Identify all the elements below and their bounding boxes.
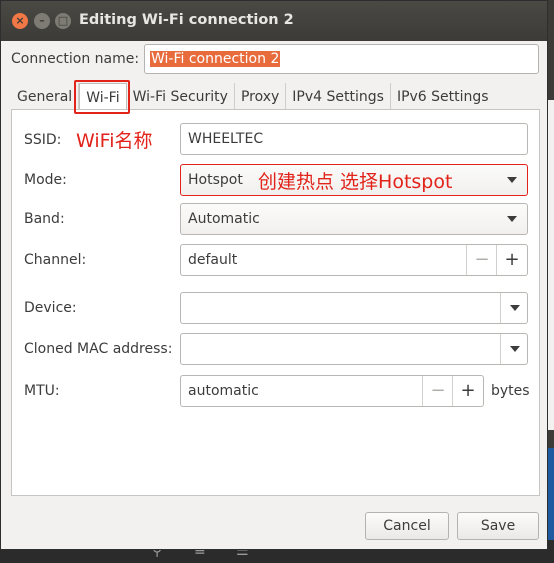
maximize-icon[interactable]: □ — [55, 13, 71, 29]
channel-value: default — [188, 252, 238, 268]
tab-general[interactable]: General — [11, 83, 80, 109]
tab-ipv6-settings[interactable]: IPv6 Settings — [391, 83, 495, 109]
mtu-label: MTU: — [24, 383, 60, 399]
hotspot-annotation: 创建热点 选择Hotspot — [258, 171, 453, 193]
decrement-icon[interactable]: − — [422, 376, 453, 406]
device-combo[interactable] — [180, 292, 528, 324]
increment-icon[interactable]: + — [496, 245, 527, 275]
cloned-mac-label: Cloned MAC address: — [24, 341, 173, 357]
channel-label: Channel: — [24, 252, 87, 268]
decrement-icon[interactable]: − — [466, 245, 497, 275]
chevron-down-icon — [510, 305, 520, 311]
ssid-value: WHEELTEC — [188, 131, 264, 147]
device-label: Device: — [24, 300, 77, 316]
chevron-down-icon — [510, 346, 520, 352]
band-value: Automatic — [188, 211, 260, 227]
close-icon[interactable]: × — [12, 13, 28, 29]
mtu-spinner[interactable]: automatic − + — [180, 375, 484, 407]
titlebar: × – □ Editing Wi-Fi connection 2 — [1, 1, 547, 41]
save-button[interactable]: Save — [457, 512, 539, 540]
mode-select[interactable]: Hotspot 创建热点 选择Hotspot — [180, 164, 528, 196]
minimize-icon[interactable]: – — [34, 13, 50, 29]
tab-ipv4-settings[interactable]: IPv4 Settings — [286, 83, 391, 109]
cloned-mac-dropdown-button[interactable] — [500, 334, 527, 364]
ssid-label: SSID: — [24, 132, 62, 148]
mtu-unit-label: bytes — [491, 383, 530, 399]
ssid-input[interactable]: WHEELTEC — [180, 123, 528, 155]
band-label: Band: — [24, 211, 65, 227]
chevron-down-icon — [507, 177, 517, 183]
increment-icon[interactable]: + — [452, 376, 483, 406]
connection-name-input[interactable]: Wi-Fi connection 2 — [144, 44, 539, 74]
cancel-button[interactable]: Cancel — [365, 512, 449, 540]
edit-connection-dialog: × – □ Editing Wi-Fi connection 2 Connect… — [0, 0, 548, 550]
mtu-value: automatic — [188, 383, 259, 399]
wifi-name-annotation: WiFi名称 — [76, 130, 153, 152]
wifi-settings-panel: SSID: WiFi名称 WHEELTEC Mode: Hotspot 创建热点… — [11, 109, 540, 496]
mode-value: Hotspot — [188, 172, 243, 188]
band-select[interactable]: Automatic — [180, 203, 528, 235]
chevron-down-icon — [507, 216, 517, 222]
cloned-mac-combo[interactable] — [180, 333, 528, 365]
tab-wifi-security[interactable]: Wi-Fi Security — [127, 83, 235, 109]
tab-proxy[interactable]: Proxy — [235, 83, 287, 109]
connection-name-value: Wi-Fi connection 2 — [150, 51, 281, 67]
device-dropdown-button[interactable] — [500, 293, 527, 323]
connection-name-row: Connection name: Wi-Fi connection 2 — [11, 44, 539, 74]
window-title: Editing Wi-Fi connection 2 — [79, 12, 294, 28]
connection-name-label: Connection name: — [11, 51, 140, 67]
wifi-tab-highlight — [74, 80, 130, 114]
channel-spinner[interactable]: default − + — [180, 244, 528, 276]
mode-label: Mode: — [24, 172, 67, 188]
